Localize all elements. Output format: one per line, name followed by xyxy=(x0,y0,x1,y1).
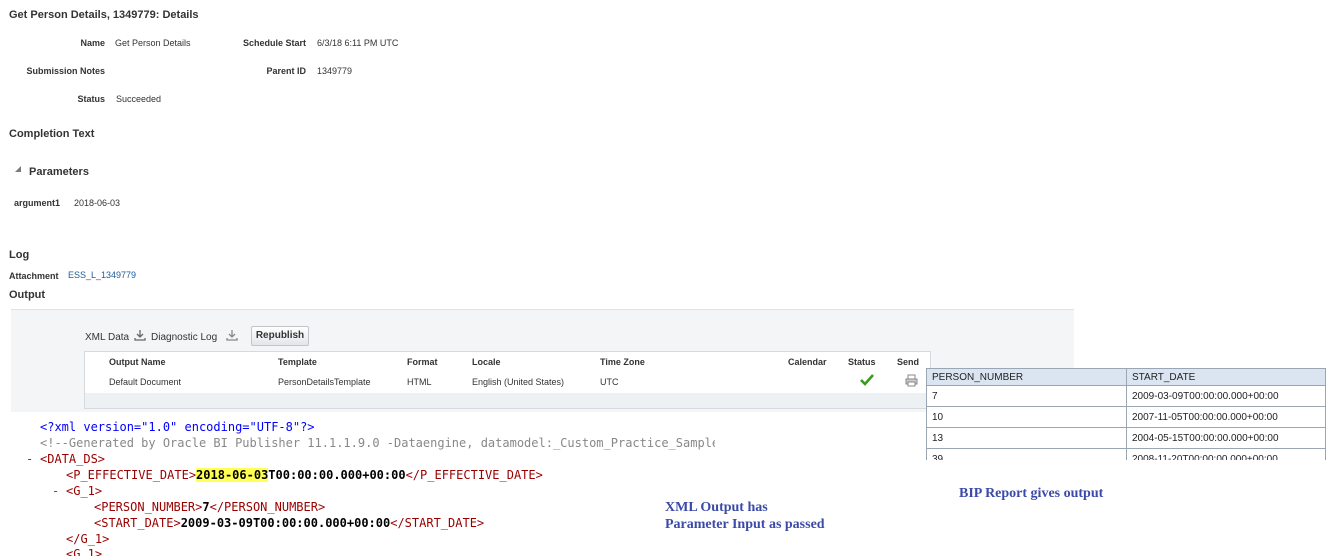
xml-value: 2009-03-09T00:00:00.000+00:00 xyxy=(180,516,391,530)
page-title: Get Person Details, 1349779: Details xyxy=(9,9,199,21)
cell-person-number: 13 xyxy=(926,427,1127,449)
xml-tag: <PERSON_NUMBER> xyxy=(94,500,203,514)
cell-start-date: 2007-11-05T00:00:00.000+00:00 xyxy=(1126,406,1326,428)
col-template[interactable]: Template xyxy=(278,357,317,367)
cell-person-number: 39 xyxy=(926,448,1127,460)
col-send[interactable]: Send xyxy=(897,357,919,367)
check-icon xyxy=(860,374,874,389)
xml-value: 7 xyxy=(202,500,210,514)
xml-data-link[interactable]: XML Data xyxy=(85,332,129,343)
diagnostic-log-link[interactable]: Diagnostic Log xyxy=(151,332,217,343)
xml-start-date-line: <START_DATE>2009-03-09T00:00:00.000+00:0… xyxy=(94,515,484,531)
attachment-label: Attachment xyxy=(9,271,59,281)
xml-g1-close: </G_1> xyxy=(66,532,110,546)
attachment-link[interactable]: ESS_L_1349779 xyxy=(68,270,136,280)
xml-data-ds-open: <DATA_DS> xyxy=(40,452,106,466)
cell-format: HTML xyxy=(407,377,432,387)
name-value: Get Person Details xyxy=(115,38,191,48)
cell-time-zone: UTC xyxy=(600,377,619,387)
submission-notes-label: Submission Notes xyxy=(26,66,105,76)
col-time-zone[interactable]: Time Zone xyxy=(600,357,645,367)
cell-person-number: 10 xyxy=(926,406,1127,428)
xml-p-effective-date-line: <P_EFFECTIVE_DATE>2018-06-03T00:00:00.00… xyxy=(66,467,543,483)
printer-icon[interactable] xyxy=(905,374,918,390)
status-value: Succeeded xyxy=(116,94,162,104)
download-icon[interactable] xyxy=(134,329,146,344)
table-row: 39 2008-11-20T00:00:00.000+00:00 xyxy=(926,448,1326,460)
table-row: 10 2007-11-05T00:00:00.000+00:00 xyxy=(926,406,1326,428)
collapse-triangle-icon[interactable] xyxy=(15,166,21,172)
header-person-number: PERSON_NUMBER xyxy=(926,368,1127,386)
bip-note: BIP Report gives output xyxy=(959,486,1104,501)
header-start-date: START_DATE xyxy=(1126,368,1326,386)
completion-text-heading: Completion Text xyxy=(9,128,95,140)
xml-person-number-line: <PERSON_NUMBER>7</PERSON_NUMBER> xyxy=(94,499,325,515)
argument1-label: argument1 xyxy=(14,198,61,208)
xml-note-line2: Parameter Input as passed xyxy=(665,517,825,532)
cell-person-number: 7 xyxy=(926,385,1127,407)
xml-declaration: <?xml version="1.0" encoding="UTF-8"?> xyxy=(40,420,315,434)
collapse-marker[interactable]: - xyxy=(26,451,33,467)
parameters-heading[interactable]: Parameters xyxy=(29,166,89,178)
table-row: 13 2004-05-15T00:00:00.000+00:00 xyxy=(926,427,1326,449)
log-heading: Log xyxy=(9,249,30,261)
schedule-start-label: Schedule Start xyxy=(242,38,306,48)
xml-comment: <!--Generated by Oracle BI Publisher 11.… xyxy=(40,436,715,450)
download-icon[interactable] xyxy=(226,329,238,344)
cell-start-date: 2008-11-20T00:00:00.000+00:00 xyxy=(1126,448,1326,460)
col-output-name[interactable]: Output Name xyxy=(109,357,166,367)
xml-tag: </PERSON_NUMBER> xyxy=(209,500,326,514)
xml-g1-open-partial: <G_1> xyxy=(66,547,103,556)
cell-output-name: Default Document xyxy=(109,377,182,387)
parent-id-label: Parent ID xyxy=(266,66,306,76)
xml-tag: </START_DATE> xyxy=(390,516,485,530)
cell-start-date: 2009-03-09T00:00:00.000+00:00 xyxy=(1126,385,1326,407)
schedule-start-value: 6/3/18 6:11 PM UTC xyxy=(317,38,399,48)
xml-time: T00:00:00.000+00:00 xyxy=(268,468,406,482)
result-table: PERSON_NUMBER START_DATE 7 2009-03-09T00… xyxy=(926,368,1326,460)
output-heading: Output xyxy=(9,289,46,301)
xml-tag: </P_EFFECTIVE_DATE> xyxy=(405,468,543,482)
cell-locale: English (United States) xyxy=(472,377,565,387)
xml-tag: <P_EFFECTIVE_DATE> xyxy=(66,468,197,482)
table-row: 7 2009-03-09T00:00:00.000+00:00 xyxy=(926,385,1326,407)
xml-g1-open: <G_1> xyxy=(66,484,103,498)
col-format[interactable]: Format xyxy=(407,357,438,367)
parent-id-value: 1349779 xyxy=(317,66,353,76)
cell-start-date: 2004-05-15T00:00:00.000+00:00 xyxy=(1126,427,1326,449)
xml-note-line1: XML Output has xyxy=(665,500,768,515)
col-calendar[interactable]: Calendar xyxy=(788,357,827,367)
collapse-marker[interactable]: - xyxy=(52,483,59,499)
republish-button[interactable]: Republish xyxy=(251,326,309,346)
col-locale[interactable]: Locale xyxy=(472,357,501,367)
argument1-value: 2018-06-03 xyxy=(74,198,121,208)
highlighted-date: 2018-06-03 xyxy=(196,468,269,482)
name-label: Name xyxy=(80,38,105,48)
col-status[interactable]: Status xyxy=(848,357,876,367)
output-table-footer xyxy=(85,393,930,408)
status-label: Status xyxy=(77,94,105,104)
cell-template: PersonDetailsTemplate xyxy=(278,377,371,387)
xml-tag: <START_DATE> xyxy=(94,516,181,530)
